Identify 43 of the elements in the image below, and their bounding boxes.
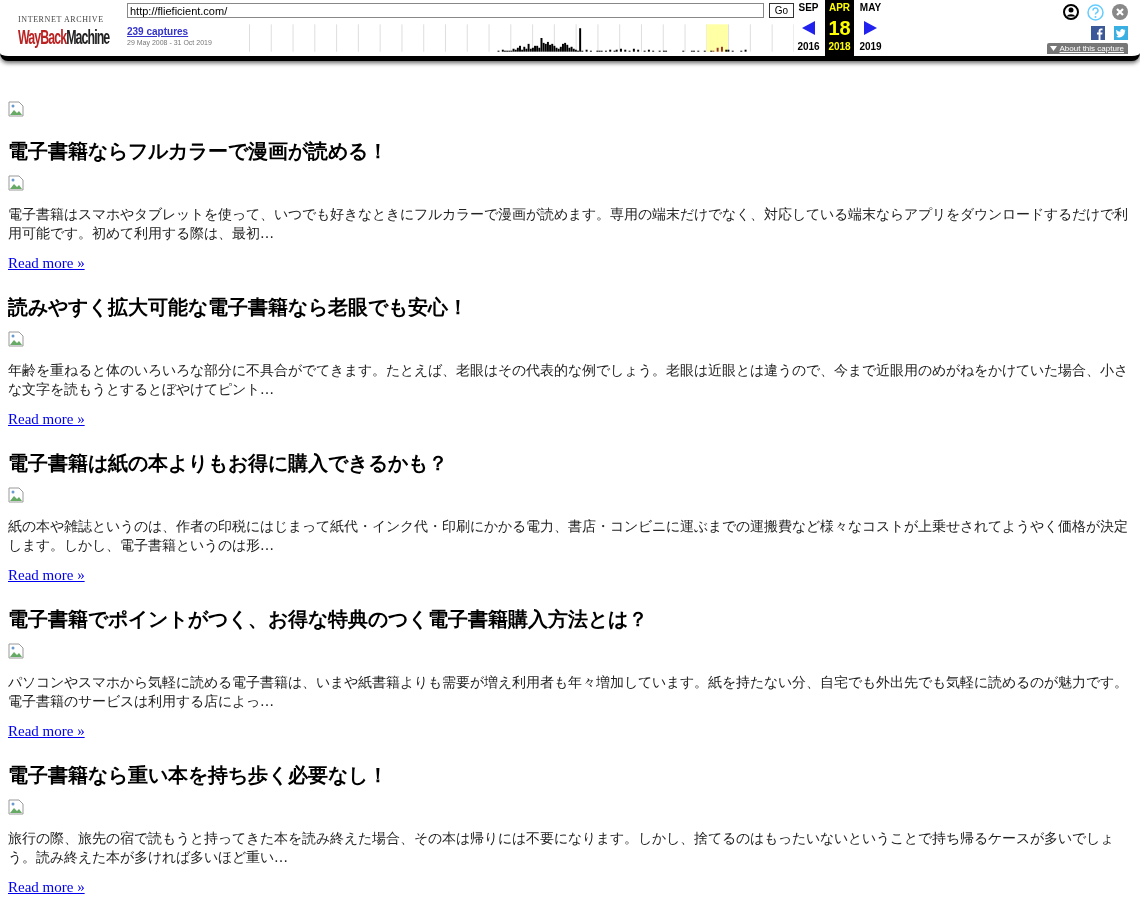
broken-image-icon (8, 175, 24, 191)
article-excerpt: 電子書籍はスマホやタブレットを使って、いつでも好きなときにフルカラーで漫画が読めます。専用の端末だけでなく、対応している端末ならアプリをダウンロードするだけで利用可能です。初めて利用する際は、最初… (8, 205, 1129, 243)
month-label: MAY (859, 2, 882, 15)
current-date-column[interactable]: APR 18 2018 (825, 0, 854, 56)
previous-arrow-icon[interactable] (802, 21, 815, 35)
read-more-link[interactable]: Read more » (8, 253, 85, 273)
broken-image-icon (8, 487, 24, 503)
broken-image-icon (8, 799, 24, 815)
month-label: SEP (798, 2, 819, 15)
broken-image-icon (8, 101, 24, 117)
article-title: 電子書籍でポイントがつく、お得な特典のつく電子書籍購入方法とは？ (8, 606, 649, 633)
article-excerpt: 年齢を重ねると体のいろいろな部分に不具合がでてきます。たとえば、老眼はその代表的な例でしょう。老眼は近眼とは違うので、今まで近眼用のめがねをかけていた場合、小さな文字を読もうとするとぼやけてピント… (8, 361, 1129, 399)
user-icon[interactable] (1063, 4, 1079, 20)
caret-icon (1049, 46, 1057, 51)
read-more-link[interactable]: Read more » (8, 721, 85, 741)
article-title: 電子書籍ならフルカラーで漫画が読める！ (8, 138, 389, 165)
article-title: 電子書籍なら重い本を持ち歩く必要なし！ (8, 762, 389, 789)
year-label: 2018 (828, 41, 851, 52)
article-excerpt: 旅行の際、旅先の宿で読もうと持ってきた本を読み終えた場合、その本は帰りには不要になります。しかし、捨てるのはもったいないということで持ち帰るケースが多いでしょう。読み終えた本が多ければ多いほど重い… (8, 829, 1115, 867)
broken-image-icon (8, 643, 24, 659)
month-label: APR (828, 2, 851, 15)
article-title: 読みやすく拡大可能な電子書籍なら老眼でも安心！ (8, 294, 469, 321)
logo-wordmark[interactable]: WayBackMachine (18, 27, 110, 47)
calendar-column[interactable]: SEP 2016 (794, 0, 823, 56)
about-capture-button[interactable]: About this capture (1046, 43, 1128, 54)
logo-caption: INTERNET ARCHIVE (18, 15, 104, 24)
broken-image-icon (8, 331, 24, 347)
article-excerpt: パソコンやスマホから気軽に読める電子書籍は、いまや紙書籍よりも需要が増え利用者も年々増加しています。紙を持たない分、自宅でも外出先でも気軽に読めるのが魅力です。電子書籍のサービスは利用する店によっ… (8, 673, 1129, 711)
go-button[interactable]: Go (768, 3, 794, 18)
calendar-column[interactable]: MAY 2019 (856, 0, 885, 56)
day-label: 18 (828, 16, 851, 40)
url-input-field[interactable]: http://flieficient.com/ (127, 3, 764, 18)
read-more-link[interactable]: Read more » (8, 409, 85, 429)
facebook-icon[interactable] (1091, 26, 1105, 40)
captures-link[interactable]: 239 captures (127, 26, 228, 37)
article-excerpt: 紙の本や雑誌というのは、作者の印税にはじまって紙代・インク代・印刷にかかる電力、書店・コンビニに運ぶまでの運搬費など様々なコストが上乗せされてようやく価格が決定します。しかし、電子書籍というのは形… (8, 517, 1129, 555)
read-more-link[interactable]: Read more » (8, 565, 85, 585)
close-icon[interactable] (1112, 4, 1128, 20)
article-title: 電子書籍は紙の本よりもお得に購入できるかも？ (8, 450, 449, 477)
next-arrow-icon[interactable] (864, 21, 877, 35)
year-label: 2019 (859, 41, 882, 52)
read-more-link[interactable]: Read more » (8, 877, 85, 897)
year-label: 2016 (797, 41, 820, 52)
